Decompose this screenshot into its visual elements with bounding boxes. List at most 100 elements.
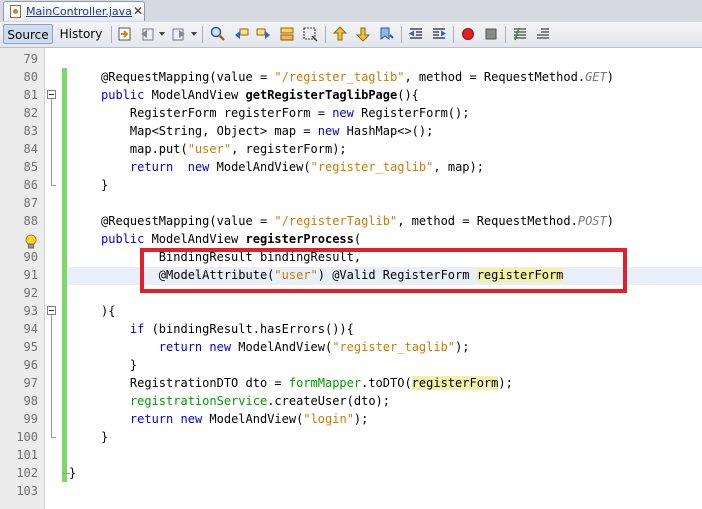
previous-bookmark-icon[interactable] [332, 26, 348, 42]
comment-icon[interactable] [512, 26, 528, 42]
keyword: public [101, 232, 145, 246]
line-number: 91 [23, 268, 38, 282]
code-line-99: return new ModelAndView("login"); [101, 410, 368, 428]
editor-tab-bar: MainController.java ✕ [0, 0, 702, 23]
code-line-82: RegisterForm registerForm = new Register… [101, 104, 470, 122]
toolbar-separator [505, 26, 506, 43]
code-token: (bindingResult.hasErrors()){ [144, 322, 354, 336]
back-dropdown-icon[interactable] [159, 32, 165, 36]
change-marker-bar [62, 194, 67, 482]
code-token: RegisterForm registerForm = [101, 106, 333, 120]
line-number: 97 [23, 376, 38, 390]
code-line-102: } [69, 464, 76, 482]
forward-icon[interactable] [171, 26, 187, 42]
string-literal: "register_taglib" [310, 160, 434, 174]
close-tab-icon[interactable]: ✕ [133, 4, 143, 18]
shift-right-icon[interactable] [431, 26, 447, 42]
code-token: ); [455, 340, 470, 354]
java-file-icon [10, 5, 21, 18]
toolbar-separator [401, 26, 402, 43]
code-token: ) [606, 70, 614, 84]
line-number: 94 [23, 322, 38, 336]
line-number: 99 [23, 412, 38, 426]
code-token: ModelAndView [144, 88, 246, 102]
string-literal: "/register_taglib" [274, 70, 405, 84]
line-number: 79 [23, 52, 38, 66]
code-line-83: Map<String, Object> map = new HashMap<>(… [101, 122, 433, 140]
stop-macro-recording-icon[interactable] [483, 26, 499, 42]
annotation-highlight-box [140, 248, 627, 293]
line-number: 90 [23, 250, 38, 264]
highlighted-identifier: registerForm [411, 376, 499, 390]
line-number: 103 [16, 484, 38, 498]
fold-guide [51, 185, 56, 186]
code-line-98: registrationService.createUser(dto); [101, 392, 390, 410]
back-icon[interactable] [139, 26, 155, 42]
code-token: ); [498, 376, 513, 390]
keyword: new [187, 160, 210, 174]
change-marker-bar [62, 68, 67, 194]
history-view-button[interactable]: History [56, 24, 106, 44]
tab-main-controller[interactable]: MainController.java ✕ [3, 1, 145, 21]
find-icon[interactable] [210, 26, 226, 42]
code-token: .createUser(dto); [267, 394, 391, 408]
shift-left-icon[interactable] [408, 26, 424, 42]
find-previous-icon[interactable] [233, 26, 249, 42]
code-token: RegisterForm(); [353, 106, 470, 120]
code-token: ModelAndView( [209, 160, 311, 174]
line-number-gutter: 79 80 81 82 83 84 85 86 87 88 89 90 91 9… [0, 48, 45, 509]
keyword: new [332, 106, 354, 120]
string-literal: "user" [187, 142, 232, 156]
code-token: , method = RequestMethod. [404, 70, 586, 84]
keyword: return [129, 412, 174, 426]
code-token: map.put( [101, 142, 188, 156]
last-edit-icon[interactable] [117, 26, 133, 42]
code-token: ); [353, 412, 369, 426]
line-number: 86 [23, 178, 38, 192]
code-token: @RequestMapping(value = [101, 214, 275, 228]
lightbulb-hint-icon[interactable] [25, 234, 37, 250]
line-number: 88 [23, 214, 38, 228]
toggle-highlight-icon[interactable] [279, 26, 295, 42]
code-token: , method = RequestMethod. [397, 214, 578, 228]
next-bookmark-icon[interactable] [355, 26, 371, 42]
code-line-86: } [101, 176, 108, 194]
forward-dropdown-icon[interactable] [191, 32, 197, 36]
toggle-bookmark-icon[interactable] [378, 26, 394, 42]
code-token: ModelAndView( [202, 412, 304, 426]
rectangular-selection-icon[interactable] [302, 26, 318, 42]
code-line-89: public ModelAndView registerProcess( [101, 230, 361, 248]
fold-toggle-icon[interactable] [47, 90, 56, 99]
field-reference: registrationService [129, 394, 268, 408]
code-token: .toDTO( [361, 376, 412, 390]
code-token: ModelAndView [144, 232, 246, 246]
toolbar-separator [111, 26, 112, 43]
line-number: 83 [23, 124, 38, 138]
code-editor[interactable]: 79 80 81 82 83 84 85 86 87 88 89 90 91 9… [0, 48, 702, 509]
source-view-button[interactable]: Source [3, 24, 53, 44]
find-next-icon[interactable] [256, 26, 272, 42]
code-token: @RequestMapping(value = [101, 70, 275, 84]
keyword: if [129, 322, 145, 336]
code-token: ( [353, 232, 362, 246]
code-token: , map); [433, 160, 484, 174]
code-line-81: public ModelAndView getRegisterTaglibPag… [101, 86, 419, 104]
code-line-94: if (bindingResult.hasErrors()){ [101, 320, 354, 338]
code-token: ) [606, 214, 614, 228]
field-reference: formMapper [288, 376, 362, 390]
code-token: } [101, 178, 109, 192]
code-line-100: } [101, 428, 108, 446]
code-token: Map<String, Object> map = [101, 124, 318, 138]
uncomment-icon[interactable] [535, 26, 551, 42]
line-number: 92 [23, 286, 38, 300]
line-number: 82 [23, 106, 38, 120]
start-macro-recording-icon[interactable] [460, 26, 476, 42]
fold-toggle-icon[interactable] [47, 306, 56, 315]
line-number: 84 [23, 142, 38, 156]
method-name: getRegisterTaglibPage [245, 88, 398, 102]
code-token: } [101, 430, 109, 444]
